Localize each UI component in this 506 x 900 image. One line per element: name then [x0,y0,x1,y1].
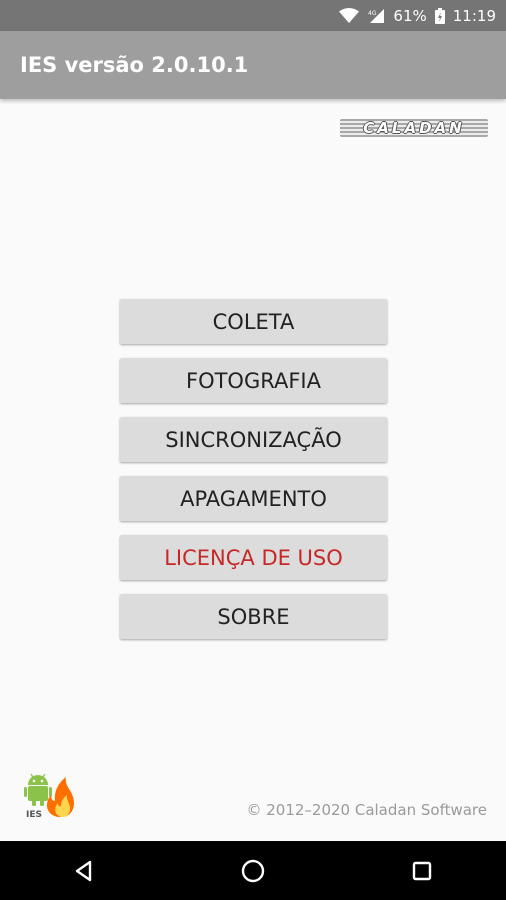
copyright-text: © 2012–2020 Caladan Software [246,801,487,819]
clock: 11:19 [452,6,496,25]
fotografia-button[interactable]: FOTOGRAFIA [120,358,387,403]
navigation-bar [0,841,506,900]
sincronizacao-button[interactable]: SINCRONIZAÇÃO [120,417,387,462]
wifi-icon [339,7,360,24]
home-icon[interactable] [223,846,283,896]
back-icon[interactable] [54,846,114,896]
cell-signal-icon: 4G [367,8,385,24]
network-type-label: 4G [368,10,377,17]
sobre-button[interactable]: SOBRE [120,594,387,639]
battery-icon [434,7,445,24]
coleta-button[interactable]: COLETA [120,299,387,344]
ies-icon-text: IES [26,810,42,819]
app-bar: IES versão 2.0.10.1 [0,31,506,99]
licenca-de-uso-button[interactable]: LICENÇA DE USO [120,535,387,580]
battery-percent: 61% [393,6,427,25]
ies-app-icon: IES [24,767,76,820]
status-bar: 4G 61% 11:19 [0,0,506,31]
app-title: IES versão 2.0.10.1 [20,53,249,77]
caladan-logo: CALADAN [340,119,488,137]
main-content: CALADAN COLETA FOTOGRAFIA SINCRONIZAÇÃO … [0,99,506,841]
main-menu: COLETA FOTOGRAFIA SINCRONIZAÇÃO APAGAMEN… [120,299,387,653]
apagamento-button[interactable]: APAGAMENTO [120,476,387,521]
recents-icon[interactable] [392,846,452,896]
